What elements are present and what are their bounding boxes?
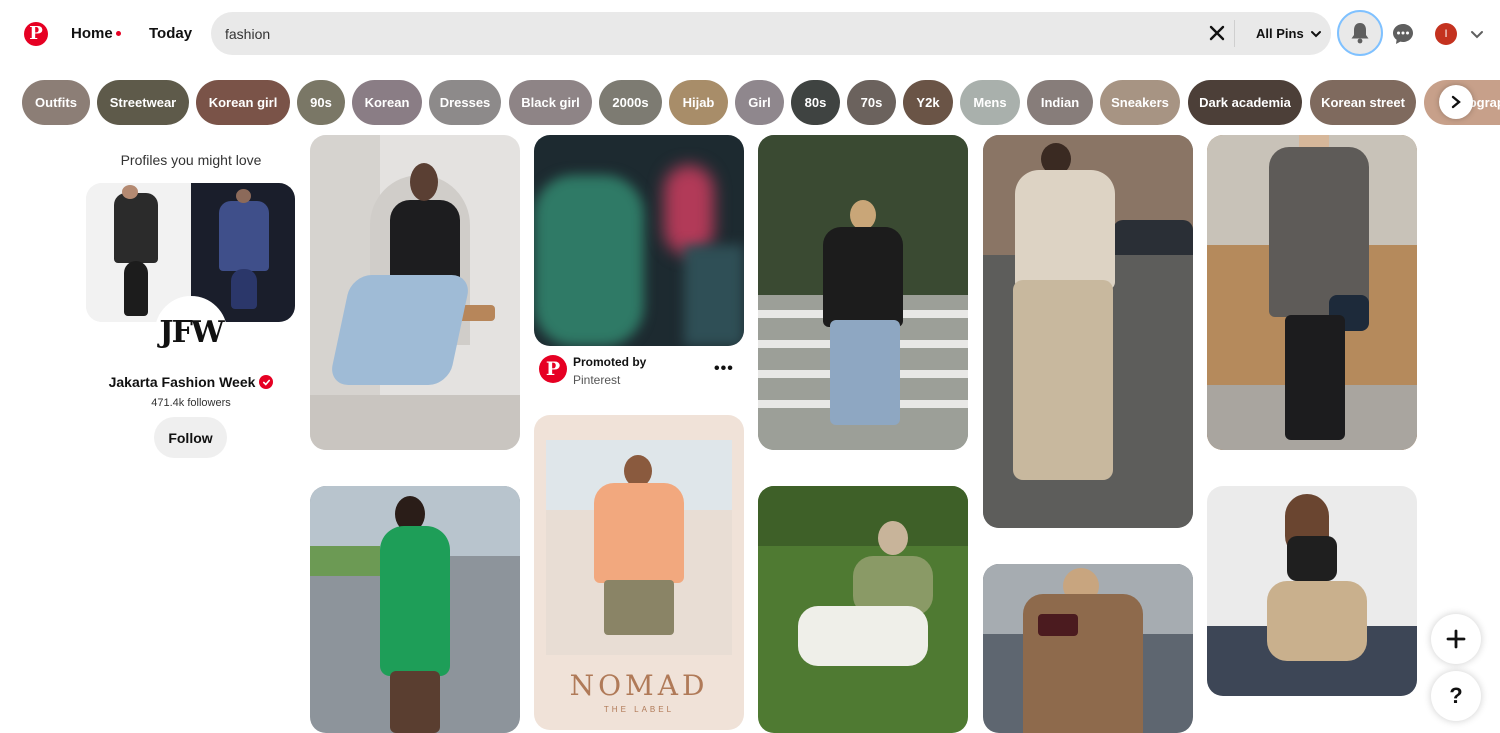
chip-sneakers[interactable]: Sneakers [1100,80,1180,125]
pin-image[interactable] [983,564,1193,733]
chip-70s[interactable]: 70s [847,80,896,125]
pin-image[interactable]: NOMAD THE LABEL [534,415,744,730]
pinterest-logo[interactable]: P [539,355,567,383]
chips-next-button[interactable] [1439,85,1473,119]
search-guide-chips: Outfits Streetwear Korean girl 90s Korea… [0,80,1500,126]
pinterest-logo[interactable]: P [24,22,48,46]
verified-icon [259,375,274,389]
chip-90s[interactable]: 90s [297,80,345,125]
pin-image[interactable] [1207,486,1417,696]
pin-image[interactable] [310,486,520,733]
search-input[interactable] [225,12,1185,55]
follow-button[interactable]: Follow [154,417,227,458]
profiles-heading: Profiles you might love [120,152,262,168]
chip-korean[interactable]: Korean [352,80,422,125]
chip-hijab[interactable]: Hijab [669,80,728,125]
chip-80s[interactable]: 80s [791,80,840,125]
chevron-down-icon [1310,30,1321,37]
nomad-logo-text: NOMAD [569,669,709,702]
help-button[interactable]: ? [1431,671,1481,721]
plus-icon [1446,629,1466,649]
bell-icon [1351,23,1369,44]
question-icon: ? [1449,683,1463,708]
chip-dark-academia[interactable]: Dark academia [1188,80,1302,125]
promoted-pin-image[interactable] [534,135,744,346]
pin-filter-label: All Pins [1256,26,1304,41]
nomad-logo-subtitle: THE LABEL [603,705,675,714]
nav-home[interactable]: Home [71,25,113,42]
chip-girl[interactable]: Girl [735,80,784,125]
chip-mens[interactable]: Mens [960,80,1020,125]
chip-2000s[interactable]: 2000s [599,80,662,125]
promoter-name[interactable]: Pinterest [573,373,620,387]
chip-korean-girl[interactable]: Korean girl [196,80,290,125]
chip-indian[interactable]: Indian [1027,80,1093,125]
notification-dot [116,31,121,36]
profile-name-label: Jakarta Fashion Week [108,374,256,390]
chip-dresses[interactable]: Dresses [429,80,501,125]
chip-outfits[interactable]: Outfits [22,80,90,125]
pin-image[interactable] [758,135,968,450]
chip-streetwear[interactable]: Streetwear [97,80,189,125]
nav-today[interactable]: Today [149,25,192,42]
pin-image[interactable] [1207,135,1417,450]
chip-black-girl[interactable]: Black girl [509,80,592,125]
pin-image[interactable] [758,486,968,733]
chip-korean-street[interactable]: Korean street [1310,80,1416,125]
search-bar: All Pins [211,12,1331,55]
pin-image[interactable] [310,135,520,450]
notifications-button[interactable] [1337,10,1383,56]
chevron-down-icon[interactable] [1470,27,1484,41]
close-icon[interactable] [1206,22,1228,44]
chip-y2k[interactable]: Y2k [903,80,953,125]
account-avatar[interactable]: I [1435,23,1457,45]
profile-followers: 471.4k followers [151,397,231,409]
pin-filter-dropdown[interactable]: All Pins [1256,26,1322,41]
top-bar: P Home Today All Pins I [0,0,1500,68]
more-options-icon[interactable]: ••• [714,360,734,378]
search-divider [1234,20,1235,47]
pin-image[interactable] [983,135,1193,528]
promoted-by-label: Promoted by [573,355,647,369]
chevron-right-icon [1451,95,1461,109]
messages-icon[interactable] [1391,22,1415,46]
profile-name[interactable]: Jakarta Fashion Week [86,374,296,390]
create-button[interactable] [1431,614,1481,664]
profile-avatar[interactable]: JFW [155,296,227,368]
